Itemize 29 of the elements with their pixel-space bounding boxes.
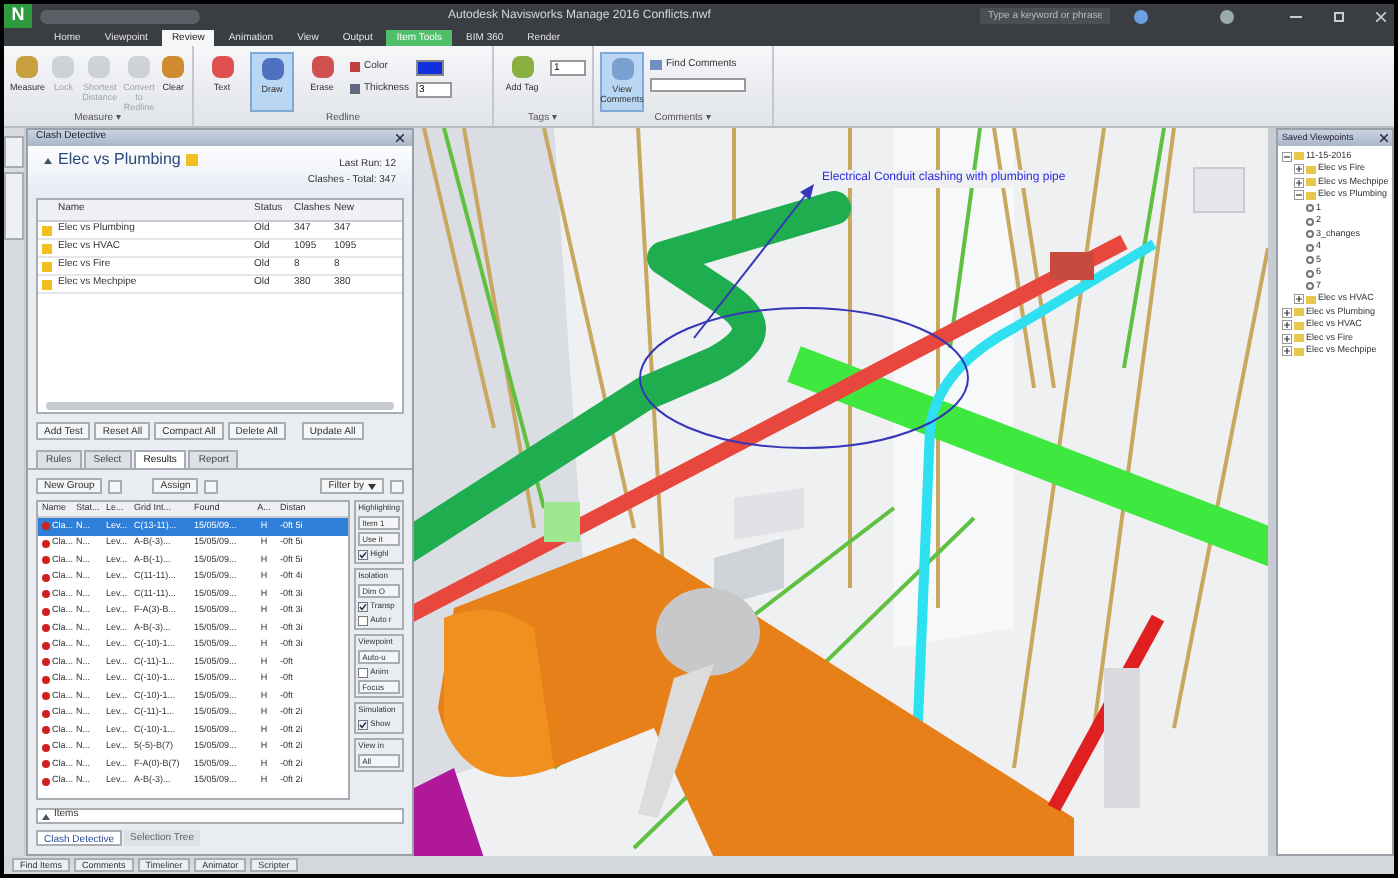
scrollbar[interactable] bbox=[46, 402, 394, 410]
expander-icon[interactable] bbox=[1282, 346, 1292, 357]
expand-icon[interactable] bbox=[42, 813, 50, 819]
restore-icon[interactable] bbox=[1334, 11, 1344, 21]
expander-icon[interactable] bbox=[1282, 333, 1292, 344]
expander-icon[interactable] bbox=[1294, 190, 1304, 201]
close-icon[interactable] bbox=[396, 134, 404, 142]
user-icon[interactable] bbox=[1134, 9, 1148, 23]
test-name: Elec vs Plumbing bbox=[58, 148, 181, 172]
expander-icon[interactable] bbox=[1294, 164, 1304, 175]
color-picker[interactable] bbox=[415, 60, 444, 76]
expander-icon[interactable] bbox=[1282, 307, 1292, 318]
expander-icon[interactable] bbox=[1282, 151, 1292, 162]
collapse-icon[interactable] bbox=[44, 157, 52, 163]
expander-icon[interactable] bbox=[1294, 294, 1304, 305]
warning-icon bbox=[186, 154, 199, 166]
caret-icon[interactable] bbox=[368, 483, 376, 489]
expander-icon[interactable] bbox=[1294, 177, 1304, 188]
checkbox[interactable] bbox=[358, 549, 369, 559]
checkbox[interactable] bbox=[358, 615, 369, 625]
find-comments-field[interactable] bbox=[650, 77, 746, 91]
app-logo[interactable]: N bbox=[4, 4, 32, 28]
checkbox[interactable] bbox=[358, 719, 369, 729]
expander-icon[interactable] bbox=[1282, 320, 1292, 331]
checkbox[interactable] bbox=[358, 601, 369, 611]
checkbox[interactable] bbox=[358, 667, 369, 677]
help-icon[interactable] bbox=[1220, 9, 1234, 23]
close-icon[interactable] bbox=[1380, 134, 1388, 142]
minimize-icon[interactable] bbox=[1290, 15, 1302, 17]
